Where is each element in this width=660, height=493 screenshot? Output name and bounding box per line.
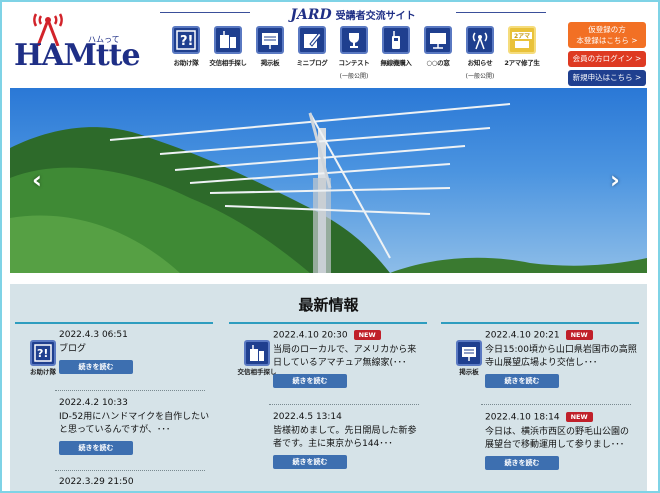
news-category[interactable]: ?! お助け隊 <box>23 340 63 376</box>
news-column-partner: 交信相手探し 2022.4.10 20:30 NEW 当局のローカルで、アメリカか… <box>229 322 427 493</box>
news-item: 2022.4.10 20:30 NEW 当局のローカルで、アメリカから来日している… <box>273 330 425 388</box>
nav-item-contest[interactable]: コンテスト (一般公開) <box>333 26 375 82</box>
signup-button[interactable]: 新規申込はこちら > <box>568 70 646 86</box>
svg-text:?!: ?! <box>37 347 48 360</box>
board-icon <box>256 26 284 54</box>
slider-next-button[interactable]: › <box>610 166 620 194</box>
read-more-button[interactable]: 続きを読む <box>59 360 133 374</box>
news-item: 2022.4.10 20:21 NEW 今日15:00頃から山口県岩国市の高照寺山… <box>485 330 637 388</box>
new-badge: NEW <box>353 330 381 340</box>
nav-item-otasuke[interactable]: ?! お助け隊 <box>165 26 207 82</box>
nav-item-partner[interactable]: 交信相手探し <box>207 26 249 82</box>
news-item: 2022.4.5 13:14 皆様初めまして。先日開局した新参者です。主に東京か… <box>273 412 425 469</box>
jard-mark: JARD <box>290 7 332 23</box>
badge-2ama-icon: 2アマ <box>508 26 536 54</box>
site-title: JARD 受講者交流サイト <box>160 4 546 23</box>
news-item: 2022.4.2 10:33 ID-52用にハンドマイクを自作したいと思っている… <box>59 398 211 455</box>
question-icon: ?! <box>30 340 56 366</box>
site-header: ハムって HAMtte JARD 受講者交流サイト ?! お助け隊 交信相手探し … <box>0 0 660 88</box>
logo-wordmark: HAMtte <box>14 38 141 73</box>
nav-item-purchase[interactable]: 無線機購入 <box>375 26 417 82</box>
provisional-register-button[interactable]: 仮登録の方 本登録はこちら > <box>568 22 646 48</box>
divider <box>481 404 631 405</box>
news-category[interactable]: 交信相手探し <box>237 340 277 376</box>
nav-item-2ama[interactable]: 2アマ 2アマ修了生 <box>501 26 543 82</box>
divider <box>269 404 419 405</box>
hero-slider: ‹ › <box>10 88 647 273</box>
news-category[interactable]: 掲示板 <box>449 340 489 376</box>
news-column-board: 掲示板 2022.4.10 20:21 NEW 今日15:00頃から山口県岩国市の… <box>441 322 639 493</box>
svg-text:?!: ?! <box>180 34 193 49</box>
nav-item-board[interactable]: 掲示板 <box>249 26 291 82</box>
news-column-otasuke: ?! お助け隊 2022.4.3 06:51 ブログ 続きを読む 2022.4.… <box>15 322 213 493</box>
news-item: 2022.3.29 21:50 <box>59 477 134 487</box>
board-icon <box>456 340 482 366</box>
hamtte-logo[interactable]: ハムって HAMtte <box>12 12 150 74</box>
new-badge: NEW <box>565 412 593 422</box>
slider-prev-button[interactable]: ‹ <box>32 166 42 194</box>
divider <box>55 390 205 391</box>
question-icon: ?! <box>172 26 200 54</box>
latest-news-section: 最新情報 ?! お助け隊 2022.4.3 06:51 ブログ 続きを読む 20… <box>10 284 647 493</box>
read-more-button[interactable]: 続きを読む <box>59 441 133 455</box>
handheld-radio-icon <box>382 26 410 54</box>
antenna-icon <box>466 26 494 54</box>
nav-item-news[interactable]: お知らせ (一般公開) <box>459 26 501 82</box>
divider <box>55 470 205 471</box>
trophy-icon <box>340 26 368 54</box>
nav-item-miniblog[interactable]: ミニブログ <box>291 26 333 82</box>
read-more-button[interactable]: 続きを読む <box>485 455 559 470</box>
nav-item-window[interactable]: ○○の窓 <box>417 26 459 82</box>
news-item: 2022.4.3 06:51 ブログ 続きを読む <box>59 330 211 374</box>
read-more-button[interactable]: 続きを読む <box>273 455 347 469</box>
radio-icon <box>214 26 242 54</box>
new-badge: NEW <box>565 330 593 340</box>
pen-icon <box>298 26 326 54</box>
account-buttons: 仮登録の方 本登録はこちら > 会員の方ログイン > 新規申込はこちら > <box>568 22 646 89</box>
news-heading: 最新情報 <box>298 296 359 314</box>
site-subtitle: 受講者交流サイト <box>335 11 416 22</box>
read-more-button[interactable]: 続きを読む <box>485 373 559 388</box>
main-nav: ?! お助け隊 交信相手探し 掲示板 ミニブログ コンテスト (一般公開) 無線… <box>165 26 543 82</box>
read-more-button[interactable]: 続きを読む <box>273 373 347 388</box>
news-item: 2022.4.10 18:14 NEW 今日は、横浜市西区の野毛山公園の展望台で移… <box>485 412 637 470</box>
svg-text:2アマ: 2アマ <box>514 33 530 40</box>
member-login-button[interactable]: 会員の方ログイン > <box>568 51 646 67</box>
radio-icon <box>244 340 270 366</box>
hero-antenna-photo <box>10 103 647 273</box>
window-icon <box>424 26 452 54</box>
